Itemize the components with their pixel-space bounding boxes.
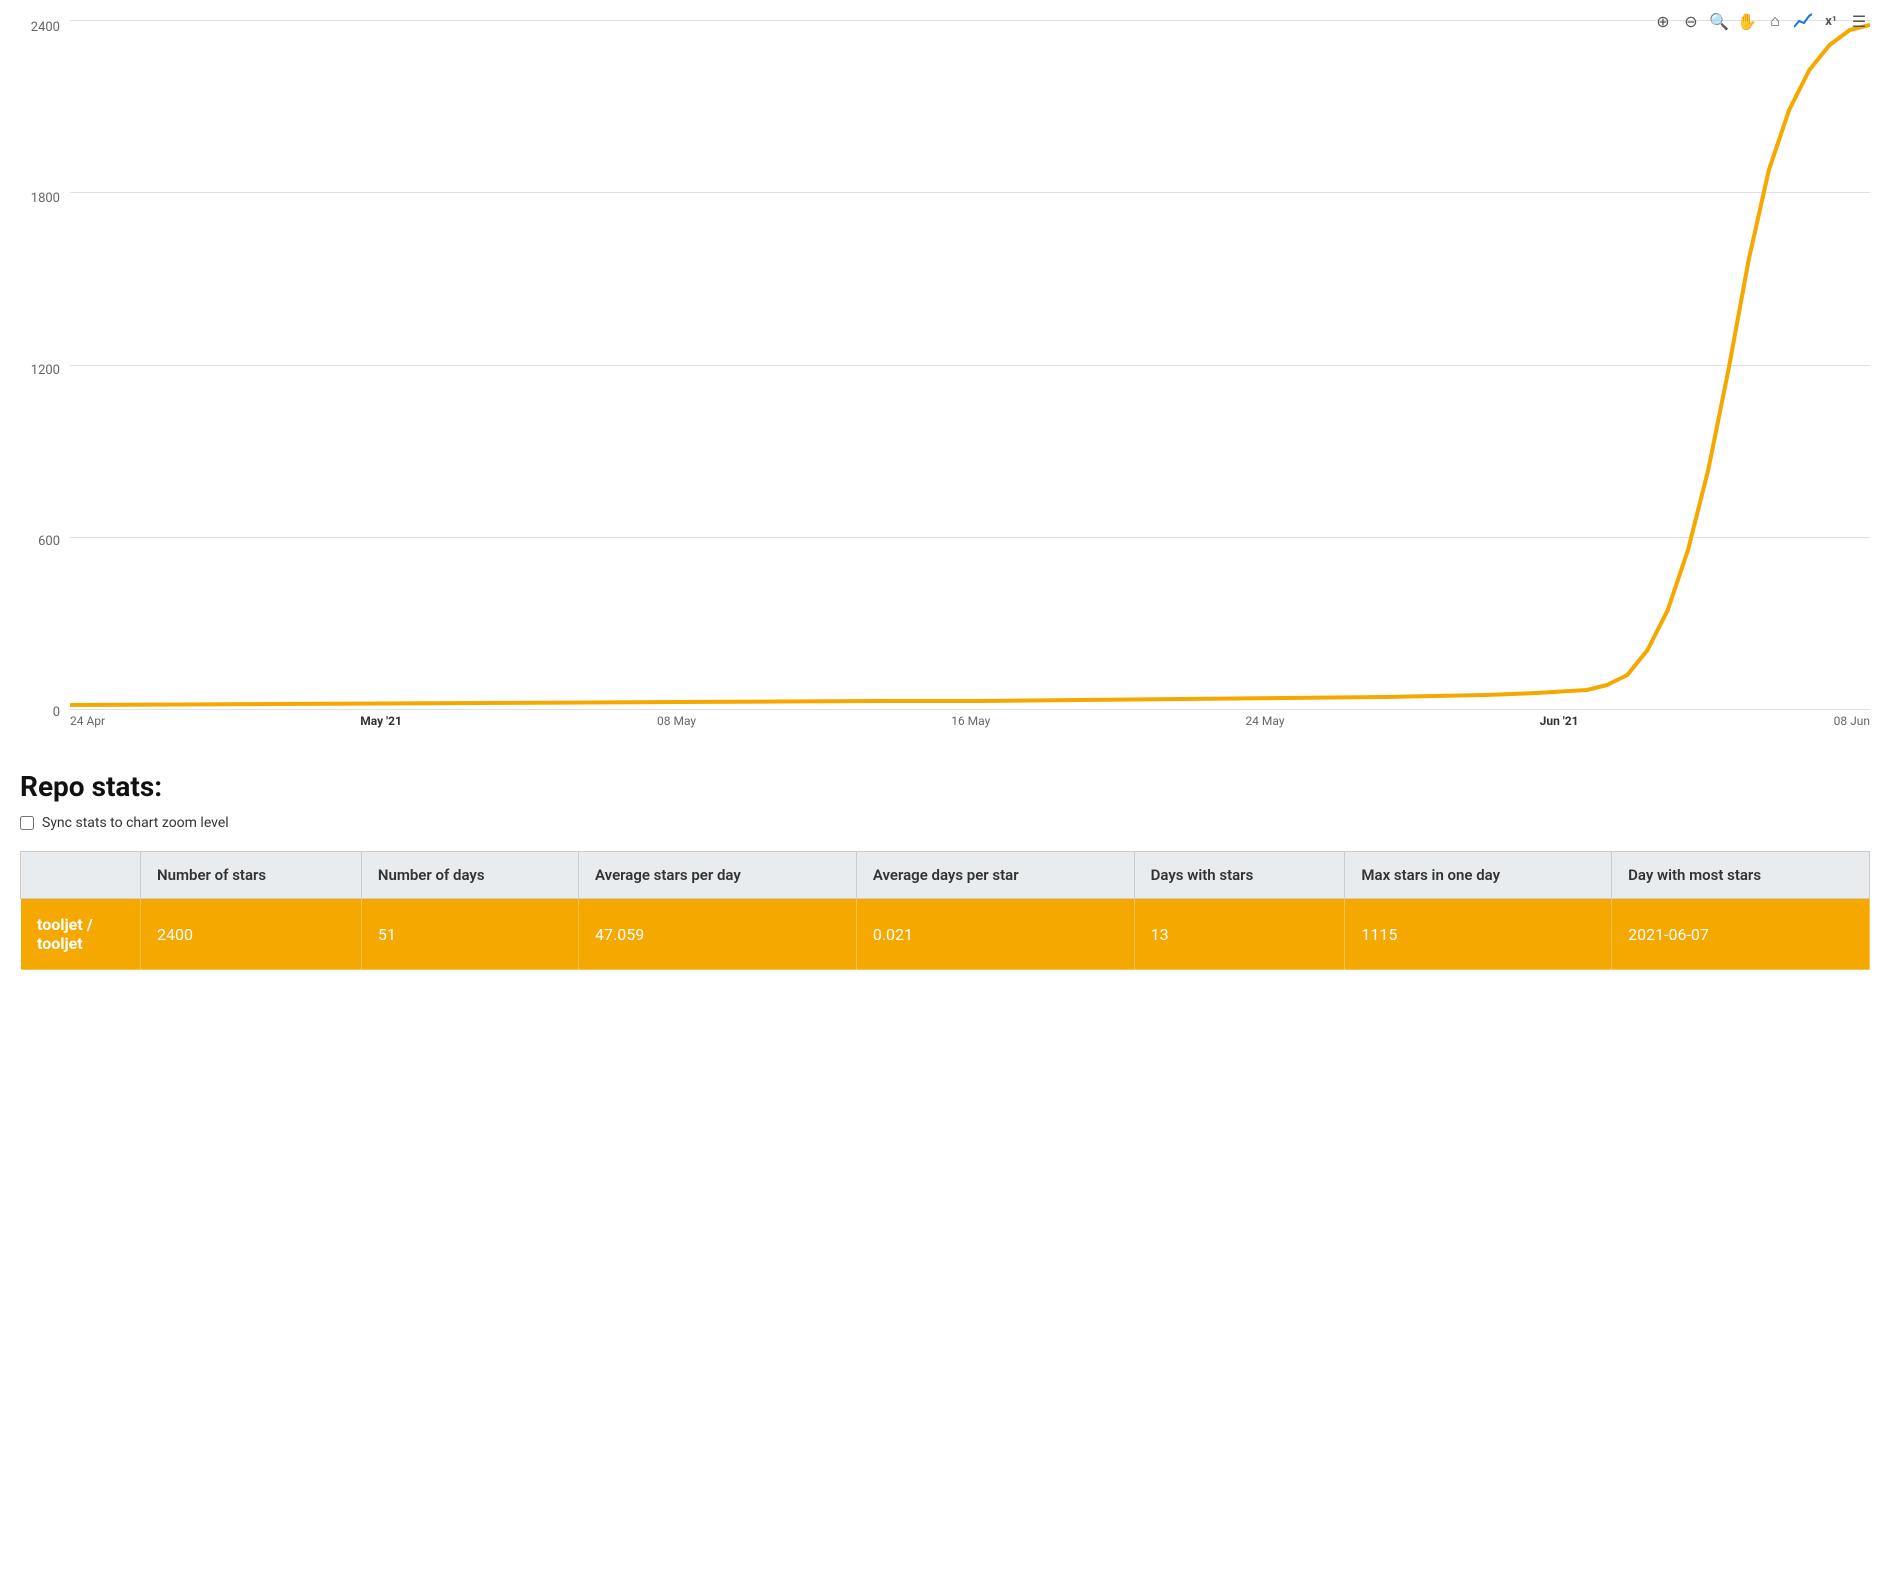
col-header-0: [21, 852, 141, 899]
y-label-2400: 2400: [10, 20, 60, 35]
y-label-0: 0: [10, 705, 60, 720]
y-label-600: 600: [10, 534, 60, 549]
stats-table: Number of stars Number of days Average s…: [20, 851, 1870, 970]
table-header-row: Number of stars Number of days Average s…: [21, 852, 1870, 899]
cell-avg-days-star: 0.021: [856, 899, 1134, 970]
x-label-may21: May '21: [360, 714, 402, 728]
menu-icon[interactable]: ☰: [1848, 10, 1870, 32]
x-label-24may: 24 May: [1245, 714, 1284, 728]
stats-section: Repo stats: Sync stats to chart zoom lev…: [0, 740, 1890, 990]
chart-svg: [70, 20, 1870, 710]
sync-label[interactable]: Sync stats to chart zoom level: [42, 815, 229, 831]
sync-checkbox-row: Sync stats to chart zoom level: [20, 815, 1870, 831]
cell-num-days: 51: [361, 899, 578, 970]
chart-line-icon[interactable]: [1792, 10, 1814, 32]
y-label-1200: 1200: [10, 363, 60, 378]
y-label-1800: 1800: [10, 191, 60, 206]
col-header-day-most: Day with most stars: [1612, 852, 1870, 899]
cell-max-stars: 1115: [1345, 899, 1612, 970]
col-header-days-stars: Days with stars: [1134, 852, 1345, 899]
zoom-in-icon[interactable]: ⊕: [1652, 10, 1674, 32]
row-label: tooljet / tooljet: [21, 899, 141, 970]
col-header-max-stars: Max stars in one day: [1345, 852, 1612, 899]
col-header-avg-stars-day: Average stars per day: [579, 852, 857, 899]
reset-axis-icon[interactable]: x¹: [1820, 10, 1842, 32]
pan-icon[interactable]: ✋: [1736, 10, 1758, 32]
cell-avg-stars-day: 47.059: [579, 899, 857, 970]
cell-day-most: 2021-06-07: [1612, 899, 1870, 970]
home-icon[interactable]: ⌂: [1764, 10, 1786, 32]
chart-area: 0 600 1200 1800 2400 24 Apr May '21 08 M: [70, 20, 1870, 740]
x-label-16may: 16 May: [951, 714, 990, 728]
cell-num-stars: 2400: [141, 899, 362, 970]
y-axis-labels: 0 600 1200 1800 2400: [10, 20, 60, 740]
cell-days-stars: 13: [1134, 899, 1345, 970]
x-axis: 24 Apr May '21 08 May 16 May 24 May Jun …: [70, 710, 1870, 740]
col-header-num-stars: Number of stars: [141, 852, 362, 899]
col-header-avg-days-star: Average days per star: [856, 852, 1134, 899]
x-label-jun21: Jun '21: [1540, 714, 1579, 728]
x-label-08jun: 08 Jun: [1834, 714, 1870, 728]
zoom-out-icon[interactable]: ⊖: [1680, 10, 1702, 32]
search-icon[interactable]: 🔍: [1708, 10, 1730, 32]
col-header-num-days: Number of days: [361, 852, 578, 899]
table-row: tooljet / tooljet 2400 51 47.059 0.021 1…: [21, 899, 1870, 970]
sync-checkbox[interactable]: [20, 816, 34, 830]
x-label-24apr: 24 Apr: [70, 714, 105, 728]
x-label-08may: 08 May: [657, 714, 696, 728]
chart-toolbar: ⊕ ⊖ 🔍 ✋ ⌂ x¹ ☰: [1652, 10, 1870, 32]
stats-title: Repo stats:: [20, 770, 1870, 803]
chart-container: ⊕ ⊖ 🔍 ✋ ⌂ x¹ ☰ 0 600 1200 1800 2400: [0, 0, 1890, 740]
